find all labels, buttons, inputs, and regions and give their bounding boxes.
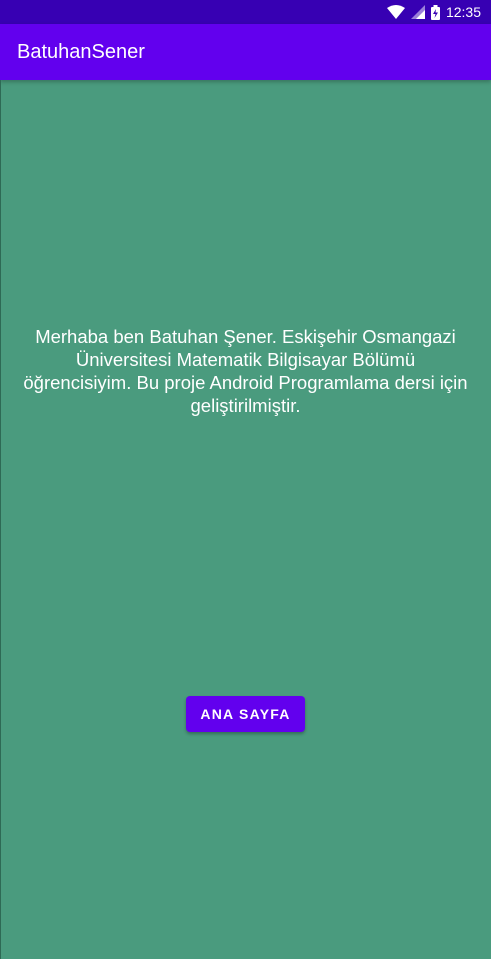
app-title: BatuhanSener xyxy=(17,40,145,63)
intro-text: Merhaba ben Batuhan Şener. Eskişehir Osm… xyxy=(23,326,468,416)
app-bar: BatuhanSener xyxy=(0,24,491,80)
status-bar: 12:35 xyxy=(0,0,491,24)
battery-icon xyxy=(430,4,440,20)
home-button[interactable]: ANA SAYFA xyxy=(186,696,305,732)
clock: 12:35 xyxy=(445,4,481,20)
wifi-icon xyxy=(386,5,405,19)
main-content: Merhaba ben Batuhan Şener. Eskişehir Osm… xyxy=(0,80,491,959)
signal-icon xyxy=(410,5,425,19)
left-edge-divider xyxy=(0,80,1,959)
